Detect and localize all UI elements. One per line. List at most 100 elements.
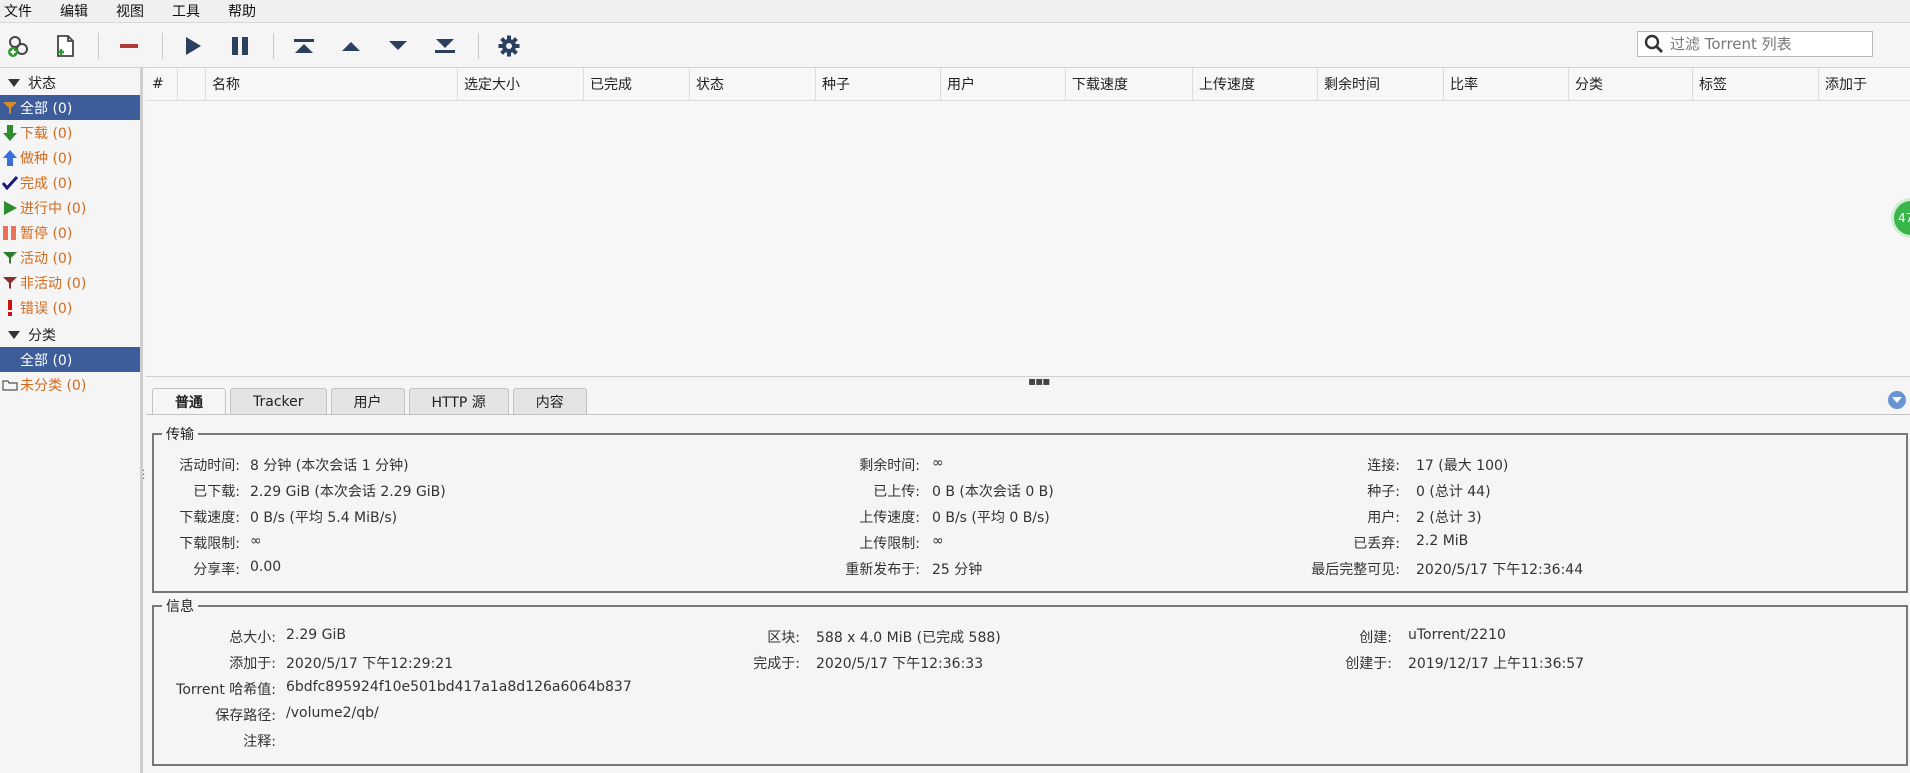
column-header[interactable]: 状态: [690, 68, 816, 100]
file-add-icon: [57, 35, 74, 57]
field-value: 2.29 GiB (本次会话 2.29 GiB): [250, 484, 446, 500]
tab-general[interactable]: 普通: [152, 388, 226, 415]
status-all[interactable]: 全部 (0): [0, 95, 140, 120]
arrow-up-icon: [0, 149, 20, 166]
column-header[interactable]: 用户: [941, 68, 1066, 100]
move-top-button[interactable]: [287, 29, 321, 63]
field-label: 注释:: [243, 734, 276, 750]
field-value: 8 分钟 (本次会话 1 分钟): [250, 458, 409, 474]
menu-file[interactable]: 文件: [0, 1, 42, 21]
transfer-title: 传输: [166, 427, 194, 443]
menu-edit[interactable]: 编辑: [56, 1, 98, 21]
add-torrent-file-button[interactable]: [48, 29, 82, 63]
field-label: 剩余时间:: [859, 458, 920, 474]
toolbar: [0, 23, 1910, 68]
menu-tools[interactable]: 工具: [168, 1, 210, 21]
status-paused-label: 暂停 (0): [20, 225, 73, 242]
field-label: 创建:: [1359, 630, 1392, 646]
column-header[interactable]: 下载速度: [1066, 68, 1193, 100]
status-active[interactable]: 活动 (0): [0, 245, 140, 270]
tab-peers[interactable]: 用户: [330, 388, 405, 415]
information-title: 信息: [166, 599, 194, 615]
column-header[interactable]: 标签: [1693, 68, 1819, 100]
pause-button[interactable]: [223, 29, 257, 63]
folder-icon: [0, 379, 20, 391]
field-value: 0 (总计 44): [1416, 484, 1491, 500]
status-header-label: 状态: [28, 76, 56, 92]
filter-icon: [0, 251, 20, 265]
status-inactive[interactable]: 非活动 (0): [0, 270, 140, 295]
field-value: 0 B/s (平均 5.4 MiB/s): [250, 510, 398, 526]
status-running-label: 进行中 (0): [20, 200, 87, 217]
exclamation-icon: [0, 299, 20, 316]
category-filter-header[interactable]: 分类: [0, 323, 140, 347]
tab-tracker[interactable]: Tracker: [230, 388, 327, 415]
field-value: 2020/5/17 下午12:36:33: [816, 656, 984, 672]
field-value: 25 分钟: [932, 562, 983, 578]
column-header[interactable]: #: [146, 68, 178, 100]
filter-search-box[interactable]: [1637, 31, 1873, 57]
field-label: 下载速度:: [179, 510, 240, 526]
status-filter-header[interactable]: 状态: [0, 71, 140, 95]
column-header[interactable]: [178, 68, 206, 100]
move-up-button[interactable]: [334, 29, 368, 63]
column-header[interactable]: 名称: [206, 68, 458, 100]
menu-help[interactable]: 帮助: [224, 1, 266, 21]
collapse-panel-button[interactable]: [1888, 391, 1906, 409]
field-label: 连接:: [1367, 458, 1400, 474]
field-label: 上传限制:: [859, 536, 920, 552]
horizontal-splitter-handle[interactable]: ▪▪▪: [1028, 374, 1050, 388]
field-value: 0 B/s (平均 0 B/s): [932, 510, 1050, 526]
field-label: 分享率:: [193, 562, 240, 578]
column-header[interactable]: 剩余时间: [1318, 68, 1444, 100]
add-torrent-link-button[interactable]: [2, 29, 36, 63]
status-errored[interactable]: 错误 (0): [0, 295, 140, 320]
field-label: 添加于:: [229, 656, 276, 672]
resume-button[interactable]: [176, 29, 210, 63]
field-value: ∞: [250, 533, 262, 549]
status-downloading[interactable]: 下载 (0): [0, 120, 140, 145]
options-button[interactable]: [492, 29, 526, 63]
filter-input[interactable]: [1666, 35, 1864, 53]
column-header[interactable]: 种子: [816, 68, 941, 100]
move-down-button[interactable]: [381, 29, 415, 63]
status-running[interactable]: 进行中 (0): [0, 195, 140, 220]
tab-http-sources[interactable]: HTTP 源: [408, 388, 509, 415]
collapse-triangle-icon: [8, 331, 20, 339]
torrent-table: # 名称 选定大小 已完成 状态 种子 用户 下载速度 上传速度 剩余时间 比率…: [146, 68, 1910, 377]
pause-icon: [232, 37, 248, 55]
add-link-icon: [8, 36, 28, 57]
column-header[interactable]: 分类: [1569, 68, 1693, 100]
field-value: 17 (最大 100): [1416, 458, 1509, 474]
column-header[interactable]: 添加于: [1819, 68, 1903, 100]
field-label: 已丢弃:: [1353, 536, 1400, 552]
delete-button[interactable]: [112, 29, 146, 63]
status-paused[interactable]: 暂停 (0): [0, 220, 140, 245]
status-active-label: 活动 (0): [20, 250, 73, 267]
field-value: 2 (总计 3): [1416, 510, 1482, 526]
column-header[interactable]: 已完成: [584, 68, 690, 100]
field-label: 已下载:: [193, 484, 240, 500]
table-header: # 名称 选定大小 已完成 状态 种子 用户 下载速度 上传速度 剩余时间 比率…: [146, 68, 1910, 101]
menu-view[interactable]: 视图: [112, 1, 154, 21]
status-seeding[interactable]: 做种 (0): [0, 145, 140, 170]
category-all-label: 全部 (0): [20, 352, 73, 369]
arrow-up-icon: [342, 42, 360, 51]
field-label: Torrent 哈希值:: [176, 682, 276, 698]
column-header[interactable]: 上传速度: [1193, 68, 1318, 100]
move-bottom-button[interactable]: [428, 29, 462, 63]
play-icon: [0, 200, 20, 215]
column-header[interactable]: 选定大小: [458, 68, 584, 100]
field-label: 总大小:: [229, 630, 276, 646]
category-all[interactable]: 全部 (0): [0, 347, 140, 372]
tab-content[interactable]: 内容: [512, 388, 587, 415]
minus-icon: [120, 44, 138, 48]
category-uncategorized[interactable]: 未分类 (0): [0, 372, 140, 397]
arrow-down-icon: [0, 124, 20, 141]
column-header[interactable]: 比率: [1444, 68, 1569, 100]
field-value: ∞: [932, 455, 944, 471]
field-value: 6bdfc895924f10e501bd417a1a8d126a6064b837: [286, 679, 632, 695]
category-header-label: 分类: [28, 328, 56, 344]
field-value: 588 x 4.0 MiB (已完成 588): [816, 630, 1001, 646]
status-completed[interactable]: 完成 (0): [0, 170, 140, 195]
